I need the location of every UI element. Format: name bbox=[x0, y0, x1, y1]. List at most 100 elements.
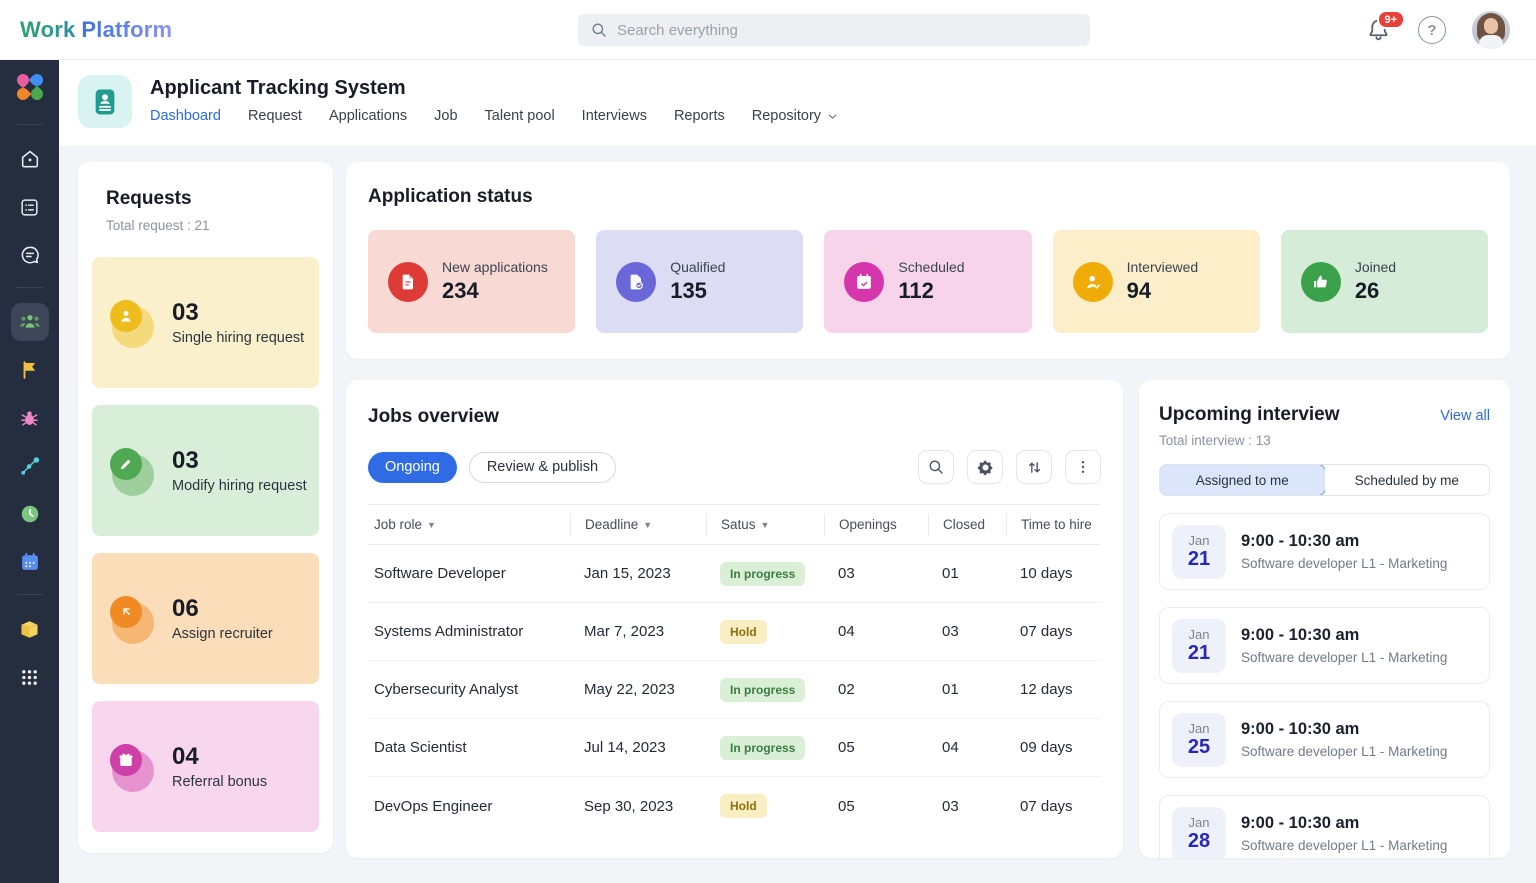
tab-interviews[interactable]: Interviews bbox=[582, 108, 647, 124]
sidebar-item-scatter[interactable] bbox=[11, 447, 49, 485]
interview-item[interactable]: Jan289:00 - 10:30 amSoftware developer L… bbox=[1159, 795, 1490, 858]
search-button[interactable] bbox=[918, 450, 954, 484]
sidebar-divider bbox=[17, 594, 43, 595]
global-search-input[interactable]: Search everything bbox=[578, 14, 1090, 46]
tab-label: Talent pool bbox=[485, 108, 555, 124]
cell-job-role: DevOps Engineer bbox=[368, 798, 570, 815]
request-card-modify-hiring-request[interactable]: 03Modify hiring request bbox=[92, 405, 319, 536]
app-logo[interactable]: WorkPlatform bbox=[20, 17, 172, 43]
interview-month: Jan bbox=[1189, 721, 1210, 736]
status-card-label: Qualified bbox=[670, 259, 725, 275]
column-header-openings: Openings bbox=[824, 514, 928, 536]
column-header-deadline[interactable]: Deadline▼ bbox=[570, 514, 706, 536]
tab-reports[interactable]: Reports bbox=[674, 108, 725, 124]
cell-closed: 04 bbox=[928, 739, 1006, 756]
filter-review-publish[interactable]: Review & publish bbox=[469, 452, 616, 483]
topbar: WorkPlatform Search everything 9+ ? bbox=[0, 0, 1536, 60]
upcoming-interview-panel: Upcoming interview View all Total interv… bbox=[1139, 380, 1510, 858]
sidebar-item-box[interactable] bbox=[11, 610, 49, 648]
notification-badge: 9+ bbox=[1377, 10, 1405, 29]
interview-item[interactable]: Jan219:00 - 10:30 amSoftware developer L… bbox=[1159, 607, 1490, 684]
cell-status: In progress bbox=[706, 736, 824, 760]
table-row[interactable]: Systems AdministratorMar 7, 2023Hold0403… bbox=[368, 603, 1101, 661]
column-label: Deadline bbox=[585, 517, 638, 532]
thumbs-up-icon bbox=[1301, 262, 1341, 302]
cell-time-to-hire: 07 days bbox=[1006, 798, 1101, 815]
table-row[interactable]: Cybersecurity AnalystMay 22, 2023In prog… bbox=[368, 661, 1101, 719]
tab-job[interactable]: Job bbox=[434, 108, 457, 124]
tab-talent-pool[interactable]: Talent pool bbox=[485, 108, 555, 124]
cell-time-to-hire: 07 days bbox=[1006, 623, 1101, 640]
gear-button[interactable] bbox=[967, 450, 1003, 484]
view-all-link[interactable]: View all bbox=[1440, 408, 1490, 424]
interview-item[interactable]: Jan219:00 - 10:30 amSoftware developer L… bbox=[1159, 513, 1490, 590]
interview-tab-scheduled-by-me[interactable]: Scheduled by me bbox=[1325, 465, 1490, 495]
question-icon: ? bbox=[1427, 22, 1436, 39]
sidebar-divider bbox=[17, 124, 43, 125]
request-count: 06 bbox=[172, 595, 273, 623]
table-row[interactable]: Data ScientistJul 14, 2023In progress050… bbox=[368, 719, 1101, 777]
gift-icon bbox=[117, 751, 135, 769]
ats-app-icon[interactable] bbox=[78, 75, 132, 128]
sidebar-item-home[interactable] bbox=[11, 140, 49, 178]
table-row[interactable]: DevOps EngineerSep 30, 2023Hold050307 da… bbox=[368, 777, 1101, 835]
tab-repository[interactable]: Repository bbox=[752, 108, 839, 124]
sidebar-item-team[interactable] bbox=[11, 303, 49, 341]
interview-tab-assigned-to-me[interactable]: Assigned to me bbox=[1159, 464, 1326, 496]
tab-request[interactable]: Request bbox=[248, 108, 302, 124]
cell-openings: 02 bbox=[824, 681, 928, 698]
request-card-referral-bonus[interactable]: 04Referral bonus bbox=[92, 701, 319, 832]
request-count: 04 bbox=[172, 743, 267, 771]
status-card-qualified[interactable]: Qualified135 bbox=[596, 230, 803, 333]
sidebar-item-chat[interactable] bbox=[11, 236, 49, 274]
tab-dashboard[interactable]: Dashboard bbox=[150, 108, 221, 124]
gear-icon bbox=[976, 458, 995, 477]
sidebar-item-tasks[interactable] bbox=[11, 188, 49, 226]
table-row[interactable]: Software DeveloperJan 15, 2023In progres… bbox=[368, 545, 1101, 603]
column-header-satus[interactable]: Satus▼ bbox=[706, 514, 824, 536]
upcoming-interview-title: Upcoming interview bbox=[1159, 404, 1340, 426]
cell-closed: 01 bbox=[928, 681, 1006, 698]
interview-subtitle: Software developer L1 - Marketing bbox=[1241, 650, 1447, 665]
cell-job-role: Software Developer bbox=[368, 565, 570, 582]
sidebar-item-bug[interactable] bbox=[11, 399, 49, 437]
filter-ongoing[interactable]: Ongoing bbox=[368, 452, 457, 483]
interview-time: 9:00 - 10:30 am bbox=[1241, 814, 1447, 833]
jobs-table: Job role▼Deadline▼Satus▼OpeningsClosedTi… bbox=[368, 504, 1101, 835]
status-card-interviewed[interactable]: Interviewed94 bbox=[1053, 230, 1260, 333]
jobs-toolbar: Ongoing Review & publish bbox=[368, 450, 1101, 484]
thumbs-up-icon bbox=[1311, 272, 1331, 292]
sort-button[interactable] bbox=[1016, 450, 1052, 484]
help-button[interactable]: ? bbox=[1418, 16, 1446, 44]
interview-day: 21 bbox=[1188, 642, 1210, 664]
cell-deadline: Jan 15, 2023 bbox=[570, 565, 706, 582]
workspace-logo-icon[interactable] bbox=[17, 74, 43, 100]
kebab-button[interactable] bbox=[1065, 450, 1101, 484]
tab-label: Repository bbox=[752, 108, 821, 124]
status-card-scheduled[interactable]: Scheduled112 bbox=[824, 230, 1031, 333]
status-card-value: 234 bbox=[442, 278, 548, 304]
status-card-new-applications[interactable]: New applications234 bbox=[368, 230, 575, 333]
calendar-check-icon bbox=[844, 262, 884, 302]
user-avatar[interactable] bbox=[1472, 11, 1510, 49]
status-card-joined[interactable]: Joined26 bbox=[1281, 230, 1488, 333]
scatter-icon bbox=[19, 455, 41, 477]
search-icon bbox=[590, 21, 608, 39]
status-badge: Hold bbox=[720, 620, 767, 644]
tab-applications[interactable]: Applications bbox=[329, 108, 407, 124]
tab-label: Job bbox=[434, 108, 457, 124]
request-count: 03 bbox=[172, 299, 304, 327]
sidebar-item-calendar[interactable] bbox=[11, 543, 49, 581]
sidebar-item-flag[interactable] bbox=[11, 351, 49, 389]
flag-icon bbox=[19, 359, 41, 381]
sidebar-item-clock[interactable] bbox=[11, 495, 49, 533]
sidebar-item-apps-grid[interactable] bbox=[11, 658, 49, 696]
tab-label: Dashboard bbox=[150, 108, 221, 124]
cell-openings: 04 bbox=[824, 623, 928, 640]
interview-item[interactable]: Jan259:00 - 10:30 amSoftware developer L… bbox=[1159, 701, 1490, 778]
request-card-assign-recruiter[interactable]: 06Assign recruiter bbox=[92, 553, 319, 684]
request-card-single-hiring-request[interactable]: 03Single hiring request bbox=[92, 257, 319, 388]
notifications-button[interactable]: 9+ bbox=[1366, 17, 1392, 43]
interview-tabs: Assigned to meScheduled by me bbox=[1159, 464, 1490, 496]
column-header-job-role[interactable]: Job role▼ bbox=[368, 517, 570, 532]
